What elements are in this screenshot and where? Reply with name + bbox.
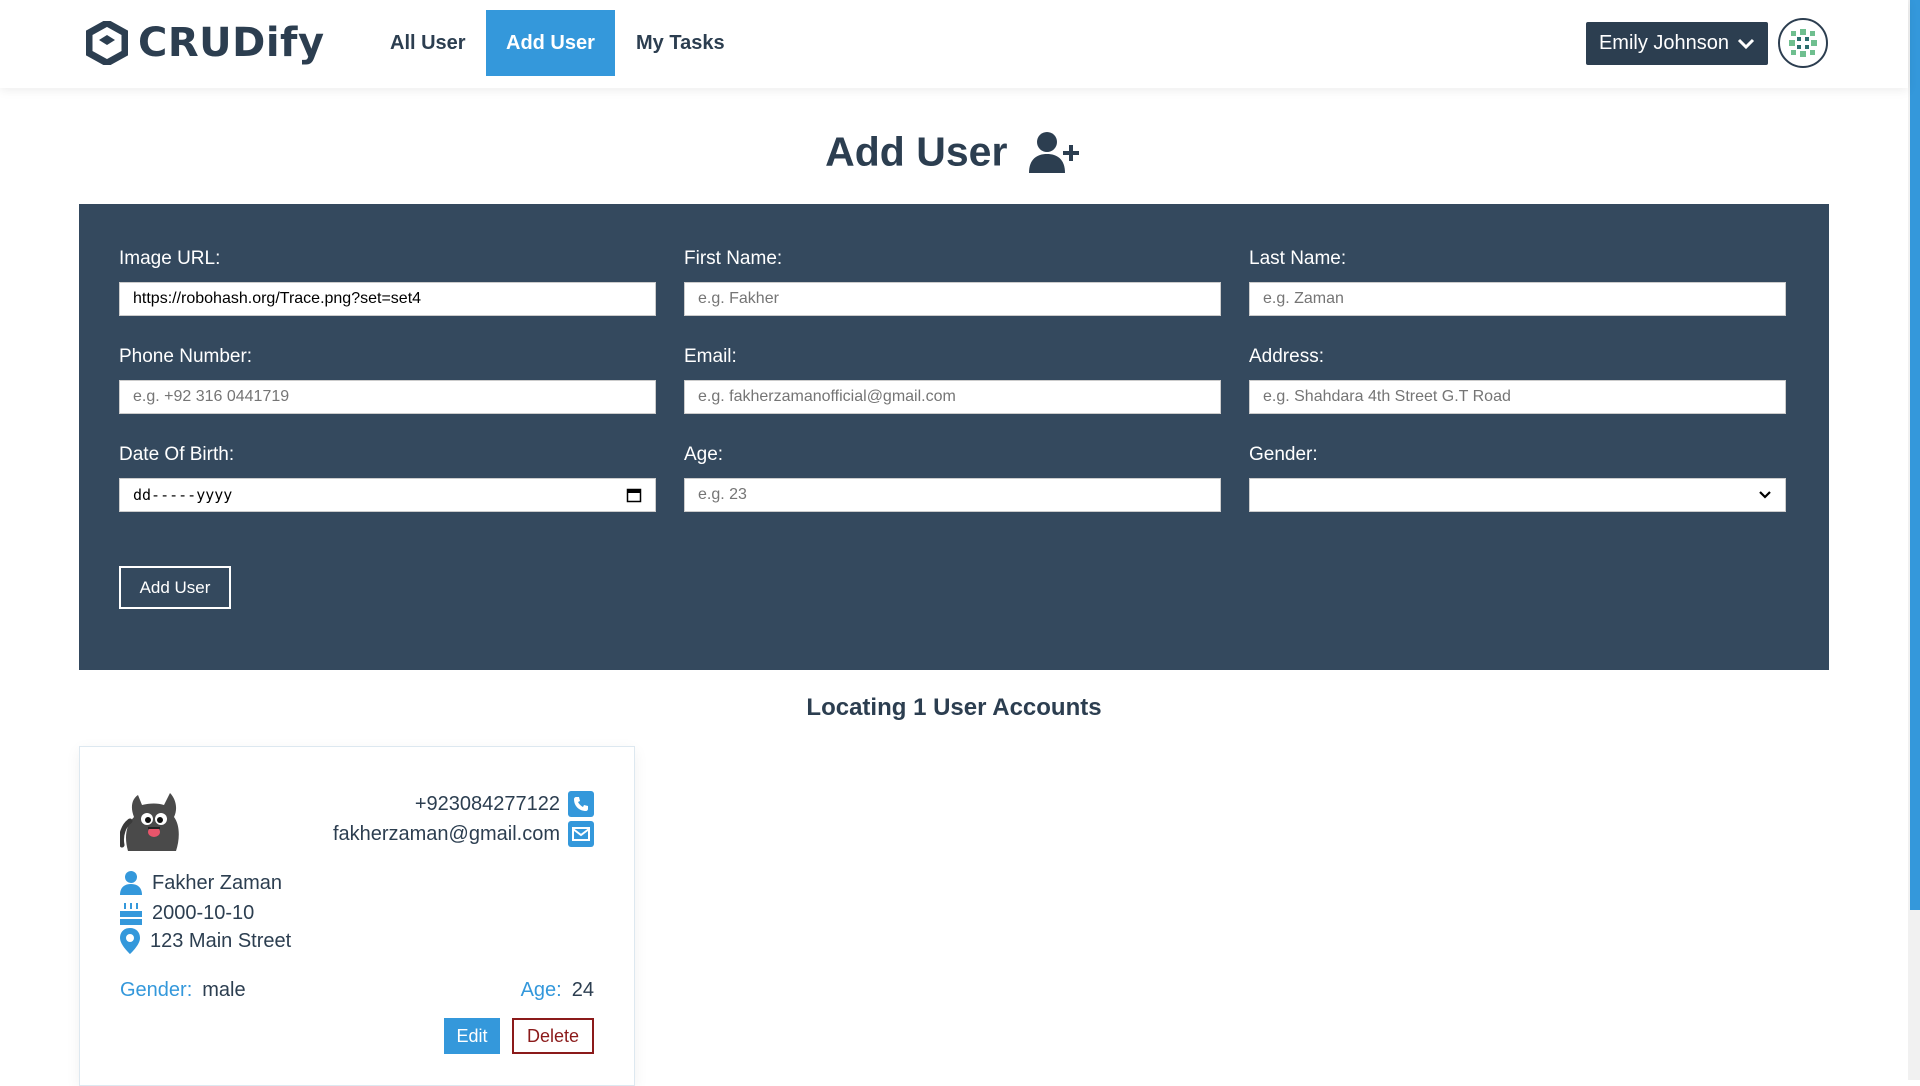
age-group: Age:: [684, 444, 1221, 512]
page-title-text: Add User: [825, 128, 1008, 175]
user-age: Age: 24: [521, 979, 594, 1002]
chevron-down-icon: [1737, 38, 1755, 49]
user-address-row: 123 Main Street: [120, 928, 291, 954]
user-email-text: fakherzaman@gmail.com: [332, 822, 560, 845]
phone-label: Phone Number:: [119, 346, 253, 367]
select-chevron-icon: [1759, 491, 1771, 499]
address-input[interactable]: [1249, 380, 1786, 414]
user-avatar-icon[interactable]: [1778, 18, 1828, 68]
delete-user-button[interactable]: Delete: [512, 1018, 594, 1054]
nav-link-all-user[interactable]: All User: [370, 10, 486, 76]
gender-group: Gender:: [1249, 444, 1786, 512]
birthday-cake-icon: [120, 903, 142, 925]
user-age-label: Age:: [520, 979, 562, 1001]
image-url-group: Image URL:: [119, 248, 656, 316]
address-label: Address:: [1249, 346, 1324, 367]
nav-link-add-user[interactable]: Add User: [486, 10, 615, 76]
map-pin-icon: [120, 928, 140, 954]
age-input[interactable]: [684, 478, 1221, 512]
user-gender: Gender: male: [120, 979, 246, 1002]
edit-user-button[interactable]: Edit: [444, 1018, 500, 1054]
user-dob: 2000-10-10: [152, 901, 255, 924]
user-phone-text: +923084277122: [414, 792, 560, 815]
gender-select[interactable]: [1249, 478, 1786, 512]
cat-avatar-icon: [120, 793, 179, 851]
email-input[interactable]: [684, 380, 1221, 414]
user-name-row: Fakher Zaman: [120, 871, 282, 895]
brand-name: CRUDify: [138, 20, 325, 66]
user-gender-label: Gender:: [120, 979, 193, 1001]
last-name-label: Last Name:: [1249, 248, 1347, 269]
first-name-input[interactable]: [684, 282, 1221, 316]
user-gender-value: male: [202, 979, 246, 1001]
user-age-value: 24: [571, 979, 594, 1001]
user-full-name: Fakher Zaman: [152, 871, 283, 894]
user-menu-dropdown[interactable]: Emily Johnson: [1586, 22, 1768, 65]
brand-logo[interactable]: CRUDify: [86, 20, 325, 66]
age-label: Age:: [684, 444, 724, 465]
phone-icon[interactable]: [568, 791, 594, 817]
add-user-form: Image URL: First Name: Last Name: Phone …: [79, 204, 1829, 670]
first-name-group: First Name:: [684, 248, 1221, 316]
last-name-input[interactable]: [1249, 282, 1786, 316]
page-scrollbar[interactable]: [1908, 0, 1920, 1080]
calendar-icon[interactable]: [626, 487, 642, 503]
add-user-submit-button[interactable]: Add User: [119, 566, 231, 609]
user-address: 123 Main Street: [150, 929, 292, 952]
add-user-icon: [1028, 132, 1079, 174]
user-icon: [120, 871, 142, 895]
user-phone[interactable]: +923084277122: [415, 791, 594, 817]
first-name-label: First Name:: [684, 248, 783, 269]
phone-group: Phone Number:: [119, 346, 656, 414]
gender-label: Gender:: [1249, 444, 1318, 465]
results-count-title: Locating 1 User Accounts: [806, 694, 1102, 721]
scrollbar-thumb[interactable]: [1910, 0, 1920, 910]
envelope-icon[interactable]: [568, 821, 594, 847]
image-url-label: Image URL:: [119, 248, 221, 269]
dob-group: Date Of Birth: dd-----yyyy: [119, 444, 656, 512]
last-name-group: Last Name:: [1249, 248, 1786, 316]
user-card: +923084277122 fakherzaman@gmail.com Fakh…: [79, 746, 635, 1086]
dob-input[interactable]: dd-----yyyy: [119, 478, 656, 512]
dob-input-text: dd-----yyyy: [133, 486, 233, 504]
top-navbar: CRUDify All User Add User My Tasks Emily…: [0, 0, 1908, 88]
address-group: Address:: [1249, 346, 1786, 414]
image-url-input[interactable]: [119, 282, 656, 316]
logo-hexagon-icon: [86, 21, 128, 65]
user-dob-row: 2000-10-10: [120, 901, 254, 925]
email-group: Email:: [684, 346, 1221, 414]
dob-label: Date Of Birth:: [119, 444, 235, 465]
email-label: Email:: [684, 346, 737, 367]
user-email[interactable]: fakherzaman@gmail.com: [333, 821, 594, 847]
phone-input[interactable]: [119, 380, 656, 414]
page-title: Add User: [0, 126, 1908, 176]
nav-link-my-tasks[interactable]: My Tasks: [616, 10, 745, 76]
identicon-graphic: [1789, 29, 1817, 57]
user-menu-name: Emily Johnson: [1598, 32, 1730, 54]
